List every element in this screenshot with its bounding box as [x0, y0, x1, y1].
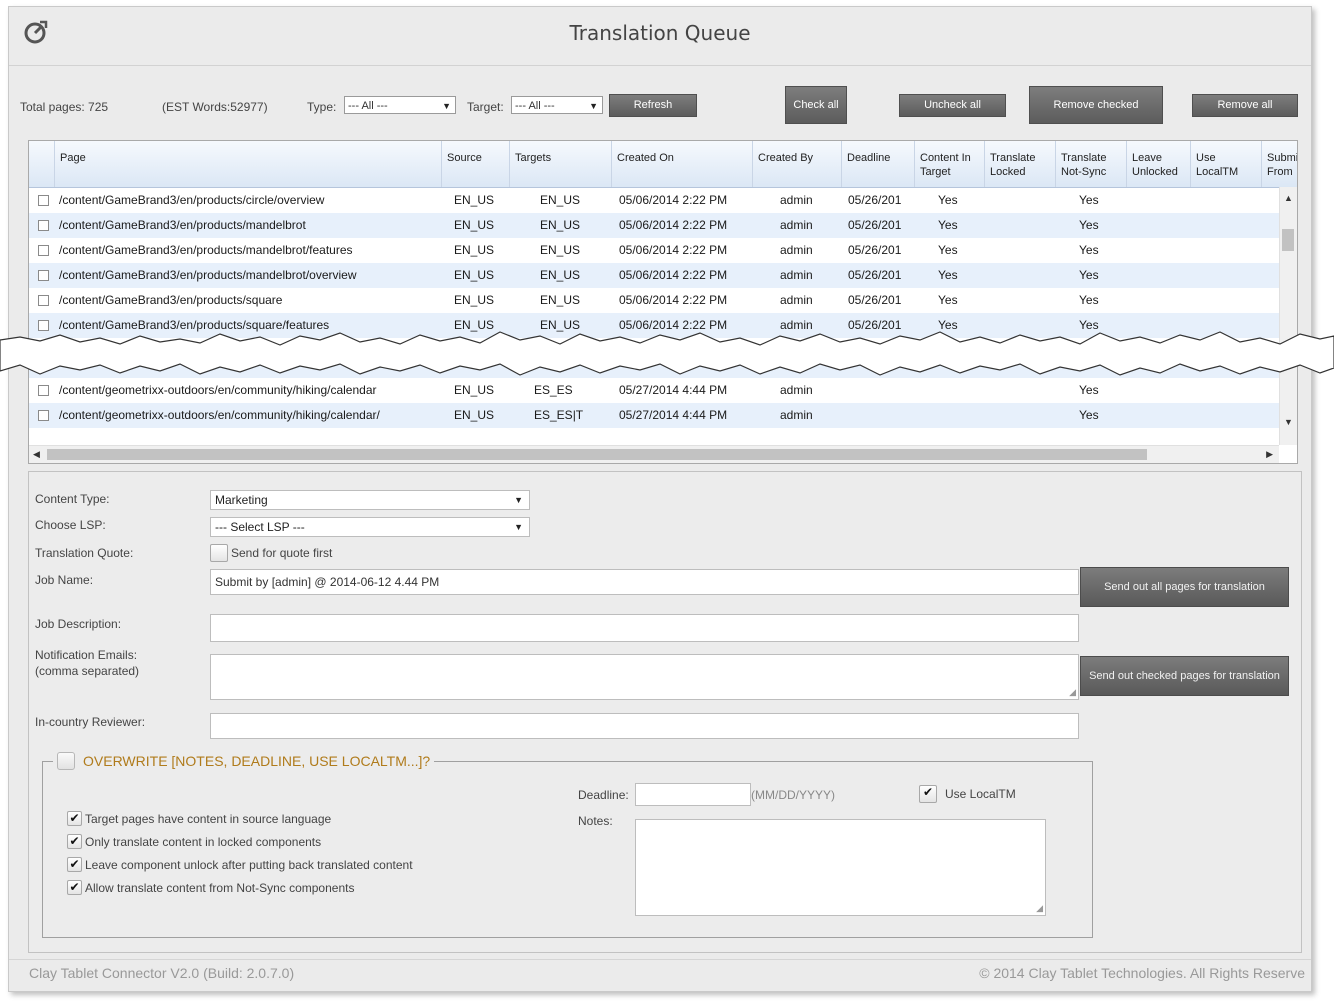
- checkmark-icon[interactable]: ✔: [919, 785, 937, 803]
- scroll-down-icon[interactable]: ▼: [1284, 417, 1293, 427]
- row-checkbox[interactable]: [38, 245, 49, 256]
- app-window: Translation Queue Total pages: 725 (EST …: [8, 6, 1312, 992]
- header-deadline[interactable]: Deadline: [842, 141, 915, 187]
- resize-grip-icon[interactable]: ◢: [1036, 903, 1043, 914]
- uncheck-all-button[interactable]: Uncheck all: [899, 94, 1006, 117]
- chevron-down-icon: ▼: [442, 101, 451, 111]
- header-created-by[interactable]: Created By: [753, 141, 842, 187]
- job-name-label: Job Name:: [35, 573, 94, 587]
- content-type-label: Content Type:: [35, 492, 110, 506]
- quote-checkbox[interactable]: Send for quote first: [210, 544, 332, 562]
- send-checked-pages-button[interactable]: Send out checked pages for translation: [1080, 656, 1289, 696]
- footer-version: Clay Tablet Connector V2.0 (Build: 2.0.7…: [29, 965, 295, 981]
- refresh-button[interactable]: Refresh: [609, 94, 697, 117]
- vertical-scroll-thumb[interactable]: [1282, 229, 1294, 251]
- job-name-input[interactable]: Submit by [admin] @ 2014-06-12 4.44 PM: [210, 569, 1079, 595]
- translation-queue-table: Page Source Targets Created On Created B…: [28, 140, 1298, 464]
- scroll-left-icon[interactable]: ◀: [33, 449, 40, 460]
- header-source[interactable]: Source: [442, 141, 510, 187]
- header-checkbox-col: [29, 141, 55, 187]
- job-description-input[interactable]: [210, 614, 1079, 642]
- horizontal-scrollbar[interactable]: ◀ ▶: [29, 445, 1279, 463]
- option-leave-unlocked[interactable]: ✔ Leave component unlock after putting b…: [67, 857, 413, 872]
- header-targets[interactable]: Targets: [510, 141, 612, 187]
- send-all-pages-button[interactable]: Send out all pages for translation: [1080, 567, 1289, 607]
- notes-textarea[interactable]: ◢: [635, 819, 1046, 916]
- row-checkbox[interactable]: [38, 295, 49, 306]
- header-created-on[interactable]: Created On: [612, 141, 753, 187]
- lsp-label: Choose LSP:: [35, 518, 106, 532]
- scroll-right-icon[interactable]: ▶: [1266, 449, 1273, 460]
- checkmark-icon[interactable]: ✔: [67, 834, 82, 849]
- header-translate-not-sync[interactable]: Translate Not-Sync: [1056, 141, 1127, 187]
- header-leave-unlocked[interactable]: Leave Unlocked: [1127, 141, 1191, 187]
- overwrite-legend[interactable]: OVERWRITE [NOTES, DEADLINE, USE LOCALTM.…: [53, 749, 435, 773]
- notification-emails-textarea[interactable]: ◢: [210, 654, 1079, 700]
- header-page[interactable]: Page: [55, 141, 442, 187]
- table-row[interactable]: /content/GameBrand3/en/products/mandelbr…: [29, 213, 1279, 238]
- vertical-scrollbar[interactable]: ▲ ▼: [1279, 187, 1297, 445]
- row-checkbox[interactable]: [38, 270, 49, 281]
- content-type-select[interactable]: Marketing ▼: [210, 490, 530, 510]
- header-translate-locked[interactable]: Translate Locked: [985, 141, 1056, 187]
- type-label: Type:: [307, 100, 337, 114]
- table-row[interactable]: /content/geometrixx-outdoors/en/communit…: [29, 403, 1279, 428]
- row-checkbox[interactable]: [38, 195, 49, 206]
- remove-all-button[interactable]: Remove all: [1192, 94, 1298, 117]
- reviewer-input[interactable]: [210, 713, 1079, 739]
- table-header: Page Source Targets Created On Created B…: [29, 141, 1297, 188]
- header-content-in-target[interactable]: Content In Target: [915, 141, 985, 187]
- option-translate-locked-only[interactable]: ✔ Only translate content in locked compo…: [67, 834, 321, 849]
- torn-page-break: [0, 331, 1334, 376]
- footer-divider: [9, 959, 1311, 960]
- lsp-select[interactable]: --- Select LSP --- ▼: [210, 517, 530, 537]
- scroll-up-icon[interactable]: ▲: [1284, 193, 1293, 203]
- checkmark-icon[interactable]: ✔: [67, 811, 82, 826]
- header-use-localtm[interactable]: Use LocalTM: [1191, 141, 1262, 187]
- footer-copyright: © 2014 Clay Tablet Technologies. All Rig…: [979, 965, 1305, 981]
- notes-label: Notes:: [578, 814, 613, 828]
- checkmark-icon[interactable]: ✔: [67, 857, 82, 872]
- title-divider: [9, 65, 1311, 66]
- chevron-down-icon: ▼: [514, 495, 523, 505]
- resize-grip-icon[interactable]: ◢: [1069, 687, 1076, 698]
- chevron-down-icon: ▼: [589, 101, 598, 111]
- chevron-down-icon: ▼: [514, 522, 523, 532]
- type-select[interactable]: --- All --- ▼: [344, 96, 456, 114]
- row-checkbox[interactable]: [38, 410, 49, 421]
- table-row[interactable]: /content/GameBrand3/en/products/mandelbr…: [29, 238, 1279, 263]
- check-all-button[interactable]: Check all: [785, 86, 847, 124]
- reviewer-label: In-country Reviewer:: [35, 715, 146, 729]
- header-submit-from[interactable]: Submit From: [1262, 141, 1297, 187]
- notification-emails-label: Notification Emails:: [35, 648, 138, 662]
- submission-form: Content Type: Marketing ▼ Choose LSP: ---…: [28, 471, 1302, 953]
- table-row[interactable]: /content/GameBrand3/en/products/mandelbr…: [29, 263, 1279, 288]
- target-label: Target:: [467, 100, 504, 114]
- horizontal-scroll-thumb[interactable]: [47, 449, 1147, 460]
- overwrite-checkbox[interactable]: [57, 752, 75, 770]
- table-row[interactable]: /content/GameBrand3/en/products/circle/o…: [29, 188, 1279, 213]
- checkbox-empty[interactable]: [210, 544, 228, 562]
- quote-label: Translation Quote:: [35, 546, 134, 560]
- option-target-has-source-content[interactable]: ✔ Target pages have content in source la…: [67, 811, 331, 826]
- deadline-label: Deadline:: [578, 788, 629, 802]
- deadline-input[interactable]: [635, 783, 751, 806]
- page-title: Translation Queue: [569, 21, 751, 45]
- use-localtm-checkbox[interactable]: ✔ Use LocalTM: [919, 785, 1016, 803]
- checkmark-icon[interactable]: ✔: [67, 880, 82, 895]
- job-description-label: Job Description:: [35, 617, 122, 631]
- remove-checked-button[interactable]: Remove checked: [1029, 86, 1163, 124]
- est-words: (EST Words:52977): [162, 100, 268, 114]
- total-pages: Total pages: 725: [20, 100, 109, 114]
- table-row[interactable]: /content/GameBrand3/en/products/square E…: [29, 288, 1279, 313]
- notification-emails-hint: (comma separated): [35, 664, 140, 678]
- target-select[interactable]: --- All --- ▼: [511, 96, 603, 114]
- row-checkbox[interactable]: [38, 220, 49, 231]
- deadline-format-hint: (MM/DD/YYYY): [751, 788, 835, 802]
- option-allow-not-sync[interactable]: ✔ Allow translate content from Not-Sync …: [67, 880, 354, 895]
